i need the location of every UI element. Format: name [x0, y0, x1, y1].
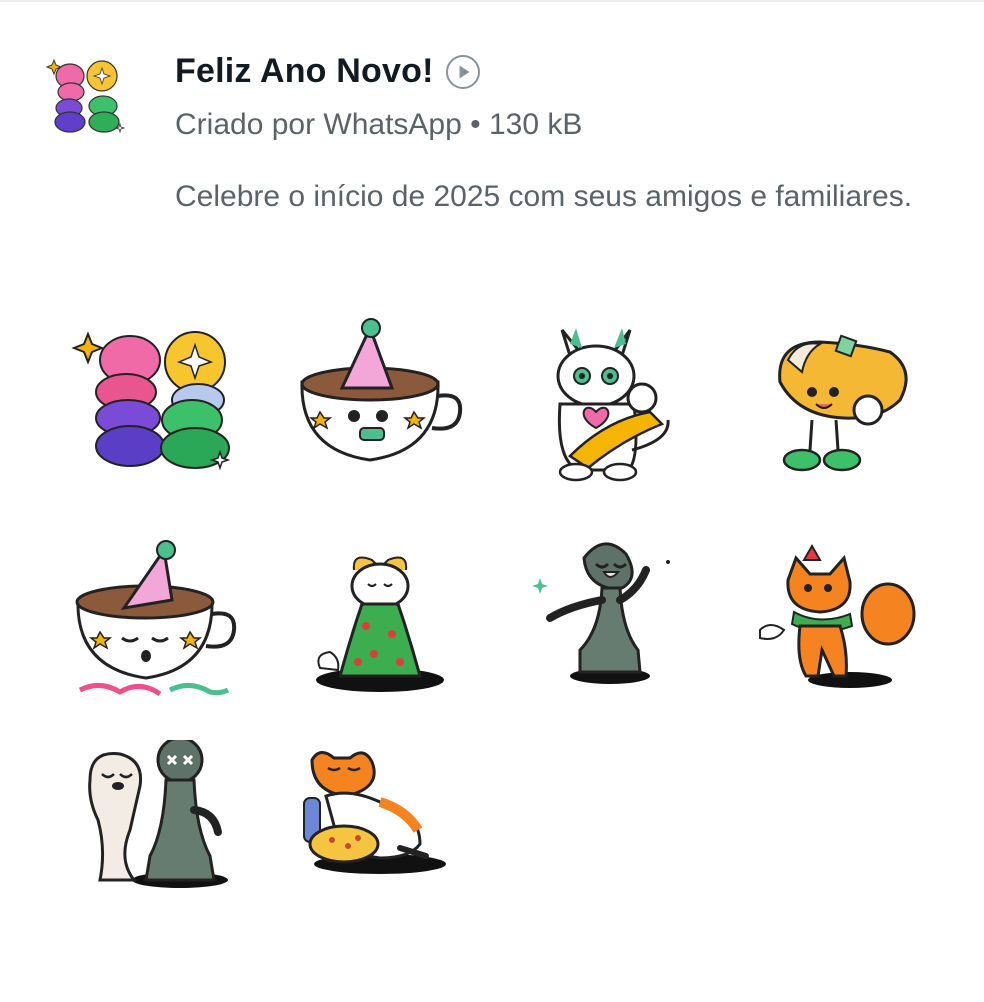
- pack-creator-size: Criado por WhatsApp • 130 kB: [175, 108, 583, 141]
- fortune-cookie-sticker[interactable]: [740, 300, 940, 500]
- pack-icon: [44, 52, 128, 136]
- pack-description: Celebre o início de 2025 com seus amigos…: [175, 180, 913, 213]
- 2025-balloon-sticker[interactable]: [50, 300, 250, 500]
- fox-scarf-sticker[interactable]: [740, 530, 940, 730]
- chess-pawn-laughing-sticker[interactable]: [510, 530, 710, 730]
- play-icon: [459, 65, 470, 78]
- coffee-cup-party-hat-sticker[interactable]: [280, 300, 480, 500]
- pack-title: Feliz Ano Novo!: [175, 52, 434, 90]
- cat-christmas-tree-sticker[interactable]: [280, 530, 480, 730]
- lucky-cat-fish-sticker[interactable]: [510, 300, 710, 500]
- cat-pizza-sticker[interactable]: [290, 740, 490, 940]
- chess-pieces-hug-sticker[interactable]: [70, 740, 270, 940]
- title-row: Feliz Ano Novo!: [175, 52, 480, 91]
- play-preview-button[interactable]: [445, 54, 480, 89]
- coffee-cup-sleepy-sticker[interactable]: [60, 530, 260, 730]
- sticker-pack-header: Feliz Ano Novo! Criado por WhatsApp • 13…: [0, 0, 984, 270]
